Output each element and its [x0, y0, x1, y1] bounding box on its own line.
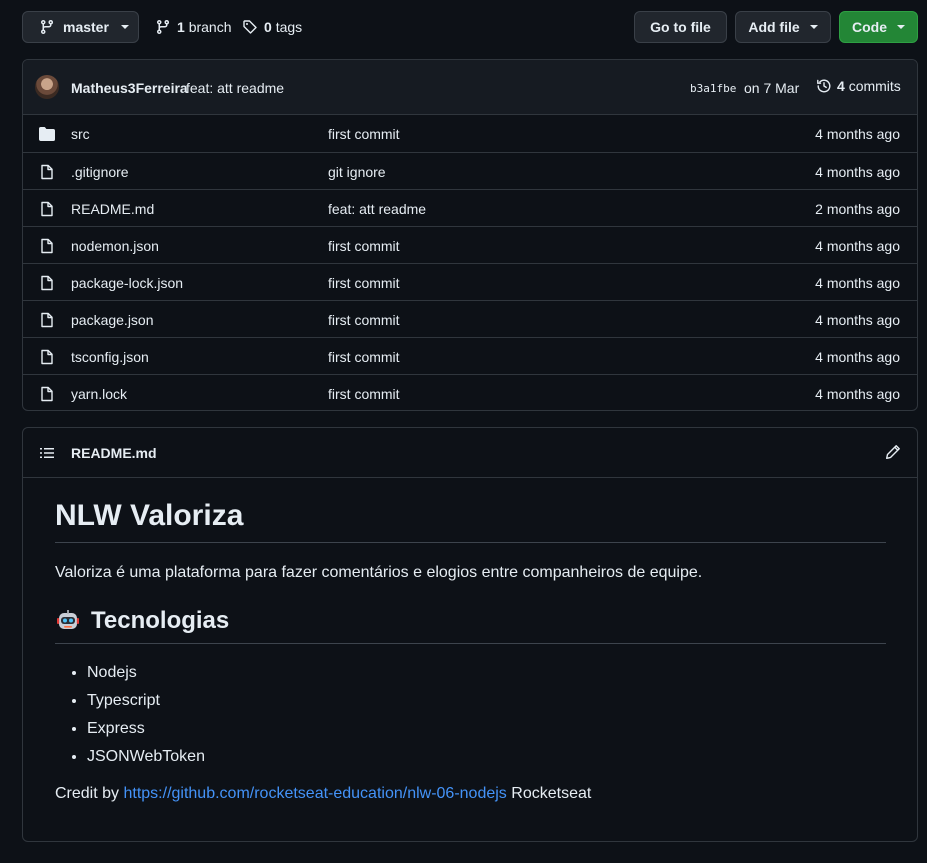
code-button[interactable]: Code	[839, 11, 918, 43]
tags-label: tags	[275, 19, 303, 35]
commit-sha[interactable]: b3a1fbe	[690, 82, 736, 95]
folder-icon	[39, 126, 55, 142]
file-name[interactable]: README.md	[71, 201, 154, 217]
file-age: 4 months ago	[815, 386, 900, 402]
file-icon	[39, 349, 55, 365]
file-age: 4 months ago	[815, 349, 900, 365]
list-item: JSONWebToken	[87, 745, 886, 773]
credit-suffix: Rocketseat	[511, 785, 592, 802]
latest-commit-bar: Matheus3Ferreira feat: att readme b3a1fb…	[23, 60, 917, 115]
credit-line: Credit by https://github.com/rocketseat-…	[55, 785, 886, 803]
tech-list: Nodejs Typescript Express JSONWebToken	[55, 661, 886, 773]
file-commit-message[interactable]: first commit	[328, 349, 400, 365]
credit-prefix: Credit by	[55, 785, 120, 802]
file-name[interactable]: yarn.lock	[71, 386, 127, 402]
file-commit-message[interactable]: first commit	[328, 312, 400, 328]
tech-heading: Tecnologias	[55, 606, 886, 644]
file-age: 4 months ago	[815, 312, 900, 328]
file-row[interactable]: tsconfig.json first commit 4 months ago	[23, 337, 917, 374]
readme-header: README.md	[23, 428, 917, 478]
pencil-icon[interactable]	[885, 444, 901, 460]
file-age: 4 months ago	[815, 164, 900, 180]
commits-count: 4	[837, 78, 845, 94]
chevron-down-icon	[120, 25, 129, 29]
readme-filename[interactable]: README.md	[71, 445, 157, 461]
file-commit-message[interactable]: first commit	[328, 386, 400, 402]
file-name[interactable]: nodemon.json	[71, 238, 159, 254]
file-age: 4 months ago	[815, 238, 900, 254]
commit-message[interactable]: feat: att readme	[186, 80, 284, 96]
commit-author[interactable]: Matheus3Ferreira	[71, 80, 188, 96]
file-row[interactable]: nodemon.json first commit 4 months ago	[23, 226, 917, 263]
tags-count: 0	[264, 19, 272, 35]
branch-name: master	[63, 19, 109, 35]
file-name[interactable]: package-lock.json	[71, 275, 183, 291]
list-item: Typescript	[87, 689, 886, 717]
tags-link[interactable]: 0 tags	[242, 11, 302, 43]
file-commit-message[interactable]: git ignore	[328, 164, 386, 180]
commits-link[interactable]: 4 commits	[816, 78, 901, 94]
file-commit-message[interactable]: feat: att readme	[328, 201, 426, 217]
go-to-file-button[interactable]: Go to file	[634, 11, 727, 43]
repo-toolbar: master 1 branch 0 tags Go to file Add fi…	[22, 11, 918, 44]
file-name[interactable]: tsconfig.json	[71, 349, 149, 365]
file-name[interactable]: package.json	[71, 312, 154, 328]
commits-label: commits	[848, 78, 901, 94]
branches-count: 1	[177, 19, 185, 35]
code-label: Code	[852, 19, 887, 35]
readme-panel: README.md NLW Valoriza Valoriza é uma pl…	[22, 427, 918, 842]
file-row[interactable]: src first commit 4 months ago	[23, 115, 917, 152]
file-row[interactable]: README.md feat: att readme 2 months ago	[23, 189, 917, 226]
file-browser: Matheus3Ferreira feat: att readme b3a1fb…	[22, 59, 918, 411]
file-icon	[39, 201, 55, 217]
chevron-down-icon	[809, 25, 818, 29]
add-file-button[interactable]: Add file	[735, 11, 831, 43]
list-item: Express	[87, 717, 886, 745]
file-commit-message[interactable]: first commit	[328, 238, 400, 254]
file-name[interactable]: src	[71, 126, 90, 142]
file-age: 4 months ago	[815, 126, 900, 142]
file-icon	[39, 386, 55, 402]
file-icon	[39, 238, 55, 254]
file-age: 2 months ago	[815, 201, 900, 217]
file-commit-message[interactable]: first commit	[328, 126, 400, 142]
file-icon	[39, 275, 55, 291]
add-file-label: Add file	[748, 19, 800, 35]
readme-description: Valoriza é uma plataforma para fazer com…	[55, 564, 703, 581]
file-row[interactable]: yarn.lock first commit 4 months ago	[23, 374, 917, 410]
file-row[interactable]: package-lock.json first commit 4 months ag…	[23, 263, 917, 300]
file-row[interactable]: package.json first commit 4 months ago	[23, 300, 917, 337]
avatar[interactable]	[35, 75, 59, 99]
file-name[interactable]: .gitignore	[71, 164, 129, 180]
robot-emoji-icon	[57, 610, 79, 629]
file-row[interactable]: .gitignore git ignore 4 months ago	[23, 152, 917, 189]
tag-icon	[243, 20, 257, 34]
file-age: 4 months ago	[815, 275, 900, 291]
readme-title: NLW Valoriza	[55, 498, 886, 543]
list-icon[interactable]	[39, 445, 55, 461]
file-icon	[39, 164, 55, 180]
branch-select-button[interactable]: master	[22, 11, 139, 43]
readme-content: NLW Valoriza Valoriza é uma plataforma p…	[55, 478, 886, 803]
file-commit-message[interactable]: first commit	[328, 275, 400, 291]
list-item: Nodejs	[87, 661, 886, 689]
tech-heading-text: Tecnologias	[91, 607, 230, 634]
file-icon	[39, 312, 55, 328]
chevron-down-icon	[897, 25, 905, 29]
branches-link[interactable]: 1 branch	[155, 11, 232, 43]
branches-label: branch	[188, 19, 232, 35]
git-branch-icon	[41, 19, 53, 35]
git-branch-icon	[157, 19, 169, 35]
history-icon	[817, 79, 831, 93]
credit-link[interactable]: https://github.com/rocketseat-education/…	[123, 785, 506, 802]
commit-date: on 7 Mar	[744, 80, 800, 96]
